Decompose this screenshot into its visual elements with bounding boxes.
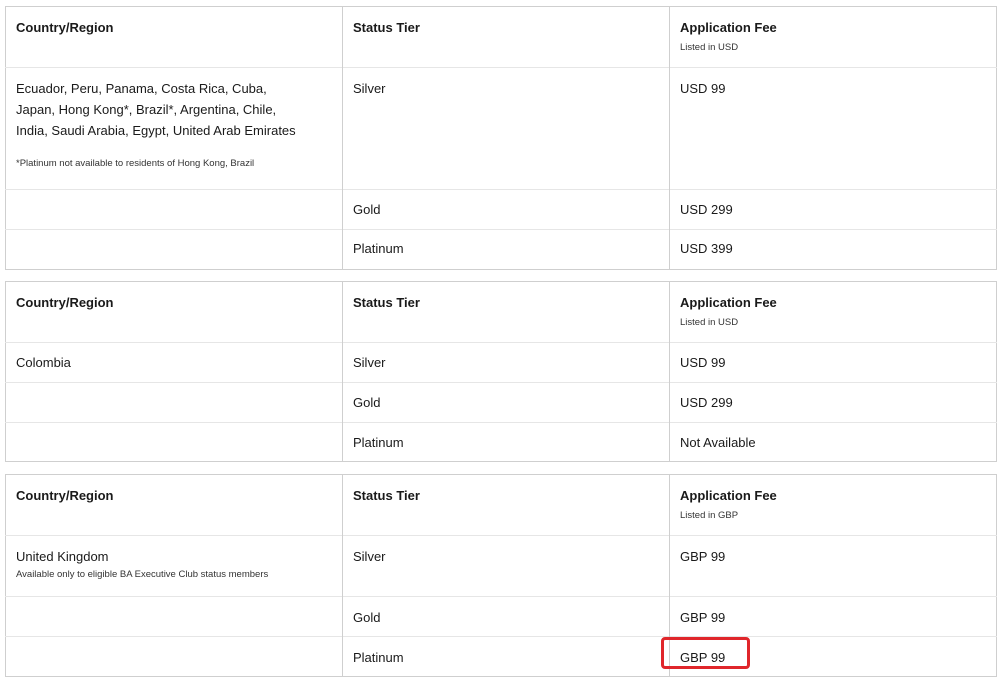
tier-label: Silver (353, 549, 386, 564)
fee-value: GBP 99 (680, 549, 726, 564)
tier-cell: Gold (342, 189, 670, 230)
tier-cell: Silver (342, 535, 670, 597)
column-header-fee: Application Fee (680, 295, 777, 310)
country-cell (5, 382, 343, 423)
fee-value: USD 99 (680, 355, 726, 370)
table-row: Gold GBP 99 (5, 596, 997, 637)
table-row: Platinum USD 399 (5, 229, 997, 270)
country-line: United Kingdom (16, 549, 109, 564)
header-cell-tier: Status Tier (342, 474, 670, 536)
fee-cell: GBP 99 (669, 596, 997, 637)
country-footnote: *Platinum not available to residents of … (16, 158, 255, 169)
tier-label: Silver (353, 81, 386, 96)
column-header-country: Country/Region (16, 20, 114, 35)
tier-cell: Platinum (342, 636, 670, 677)
table-row: Gold USD 299 (5, 382, 997, 423)
header-cell-tier: Status Tier (342, 281, 670, 343)
column-header-country: Country/Region (16, 295, 114, 310)
column-header-fee: Application Fee (680, 488, 777, 503)
country-footnote: Available only to eligible BA Executive … (16, 569, 269, 580)
fee-cell: USD 299 (669, 382, 997, 423)
country-cell (5, 596, 343, 637)
header-cell-fee: Application Fee Listed in USD (669, 6, 997, 68)
fee-table-2: Country/Region Status Tier Application F… (5, 281, 997, 462)
country-cell (5, 189, 343, 230)
column-header-tier: Status Tier (353, 20, 420, 35)
table-header-row: Country/Region Status Tier Application F… (6, 281, 997, 343)
fee-table-3: Country/Region Status Tier Application F… (5, 474, 997, 677)
column-header-fee: Application Fee (680, 20, 777, 35)
fee-cell: GBP 99 (669, 535, 997, 597)
fee-cell: USD 99 (669, 67, 997, 190)
tier-label: Platinum (353, 435, 404, 450)
header-cell-fee: Application Fee Listed in USD (669, 281, 997, 343)
fee-value: USD 99 (680, 81, 726, 96)
header-cell-country: Country/Region (6, 475, 343, 536)
country-cell (5, 422, 343, 462)
country-line: Colombia (16, 355, 71, 370)
country-line: Ecuador, Peru, Panama, Costa Rica, Cuba, (16, 81, 267, 96)
column-header-tier: Status Tier (353, 295, 420, 310)
fee-cell: USD 399 (669, 229, 997, 270)
fee-value: USD 299 (680, 202, 733, 217)
currency-note: Listed in USD (680, 317, 739, 328)
fee-cell: USD 299 (669, 189, 997, 230)
tier-label: Silver (353, 355, 386, 370)
fee-value: GBP 99 (680, 610, 726, 625)
country-cell: Ecuador, Peru, Panama, Costa Rica, Cuba,… (5, 67, 343, 190)
country-line: Japan, Hong Kong*, Brazil*, Argentina, C… (16, 102, 277, 117)
tier-label: Platinum (353, 241, 404, 256)
fee-value: USD 299 (680, 395, 733, 410)
column-header-tier: Status Tier (353, 488, 420, 503)
table-header-row: Country/Region Status Tier Application F… (6, 6, 997, 68)
table-row: Platinum Not Available (5, 422, 997, 462)
table-row: Ecuador, Peru, Panama, Costa Rica, Cuba,… (5, 67, 997, 190)
highlight-box (661, 637, 750, 669)
fee-cell: USD 99 (669, 342, 997, 383)
tier-label: Gold (353, 202, 381, 217)
country-line: India, Saudi Arabia, Egypt, United Arab … (16, 123, 296, 138)
currency-note: Listed in USD (680, 42, 739, 53)
table-row: Platinum GBP 99 (5, 636, 997, 677)
tier-cell: Platinum (342, 422, 670, 462)
fee-cell: Not Available (669, 422, 997, 462)
currency-note: Listed in GBP (680, 510, 739, 521)
table-row: United Kingdom Available only to eligibl… (5, 535, 997, 597)
tier-label: Gold (353, 610, 381, 625)
country-cell (5, 229, 343, 270)
header-cell-tier: Status Tier (342, 6, 670, 68)
fee-value: USD 399 (680, 241, 733, 256)
header-cell-fee: Application Fee Listed in GBP (669, 474, 997, 536)
table-row: Colombia Silver USD 99 (5, 342, 997, 383)
country-cell (5, 636, 343, 677)
country-cell: Colombia (5, 342, 343, 383)
column-header-country: Country/Region (16, 488, 114, 503)
fee-table-1: Country/Region Status Tier Application F… (5, 6, 997, 270)
tier-cell: Gold (342, 382, 670, 423)
tier-cell: Silver (342, 67, 670, 190)
country-cell: United Kingdom Available only to eligibl… (5, 535, 343, 597)
tier-label: Gold (353, 395, 381, 410)
tier-cell: Gold (342, 596, 670, 637)
tier-label: Platinum (353, 650, 404, 665)
header-cell-country: Country/Region (6, 7, 343, 68)
header-cell-country: Country/Region (6, 282, 343, 343)
table-header-row: Country/Region Status Tier Application F… (6, 474, 997, 536)
tier-cell: Platinum (342, 229, 670, 270)
fee-value: Not Available (680, 435, 756, 450)
table-row: Gold USD 299 (5, 189, 997, 230)
tier-cell: Silver (342, 342, 670, 383)
